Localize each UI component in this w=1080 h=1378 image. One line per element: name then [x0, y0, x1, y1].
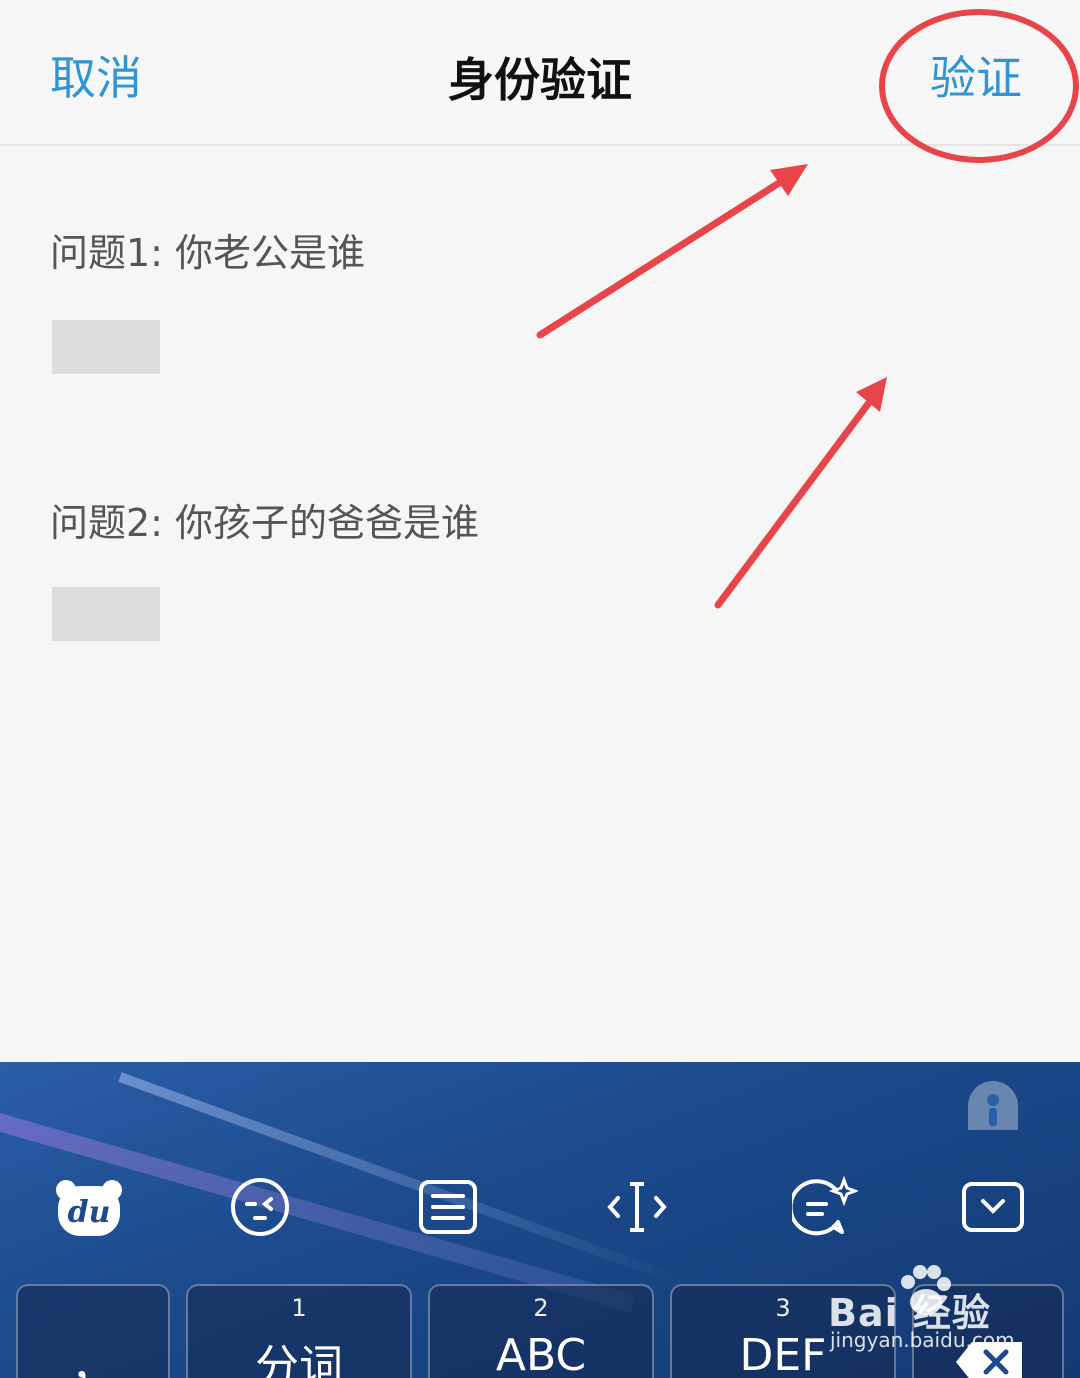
baidu-jingyan-watermark: Bai 经验 jingyan.baidu.com	[828, 1262, 1078, 1362]
answer-1-field[interactable]	[52, 320, 160, 374]
key-label: ，	[71, 1341, 115, 1378]
key-2-abc[interactable]: 2 ABC	[428, 1284, 654, 1378]
svg-text:du: du	[68, 1195, 111, 1230]
verify-button[interactable]: 验证	[930, 42, 1022, 108]
nav-bar: 取消 身份验证 验证	[0, 0, 1080, 146]
key-number: 2	[533, 1294, 549, 1322]
key-label: 分词	[255, 1341, 343, 1378]
watermark-url: jingyan.baidu.com	[830, 1328, 1015, 1352]
key-number: 1	[291, 1294, 307, 1322]
keyboard-layout-icon[interactable]	[413, 1172, 483, 1242]
answer-2-field[interactable]	[52, 587, 160, 641]
question-2-label: 问题2: 你孩子的爸爸是谁	[50, 501, 480, 545]
ai-chat-sparkle-icon[interactable]	[790, 1172, 860, 1242]
emoji-face-icon[interactable]	[225, 1172, 295, 1242]
key-label: ABC	[495, 1330, 587, 1378]
assistant-icon[interactable]	[962, 1074, 1024, 1134]
page-title: 身份验证	[448, 53, 632, 107]
collapse-keyboard-icon[interactable]	[958, 1172, 1028, 1242]
cursor-move-icon[interactable]	[602, 1172, 672, 1242]
du-bear-logo-icon[interactable]: du	[54, 1172, 124, 1242]
annotation-arrow-upper	[536, 164, 808, 339]
key-comma[interactable]: ，	[16, 1284, 170, 1378]
key-1-fenci[interactable]: 1 分词	[186, 1284, 412, 1378]
question-1-label: 问题1: 你老公是谁	[50, 231, 366, 275]
annotation-arrow-lower	[714, 377, 887, 609]
